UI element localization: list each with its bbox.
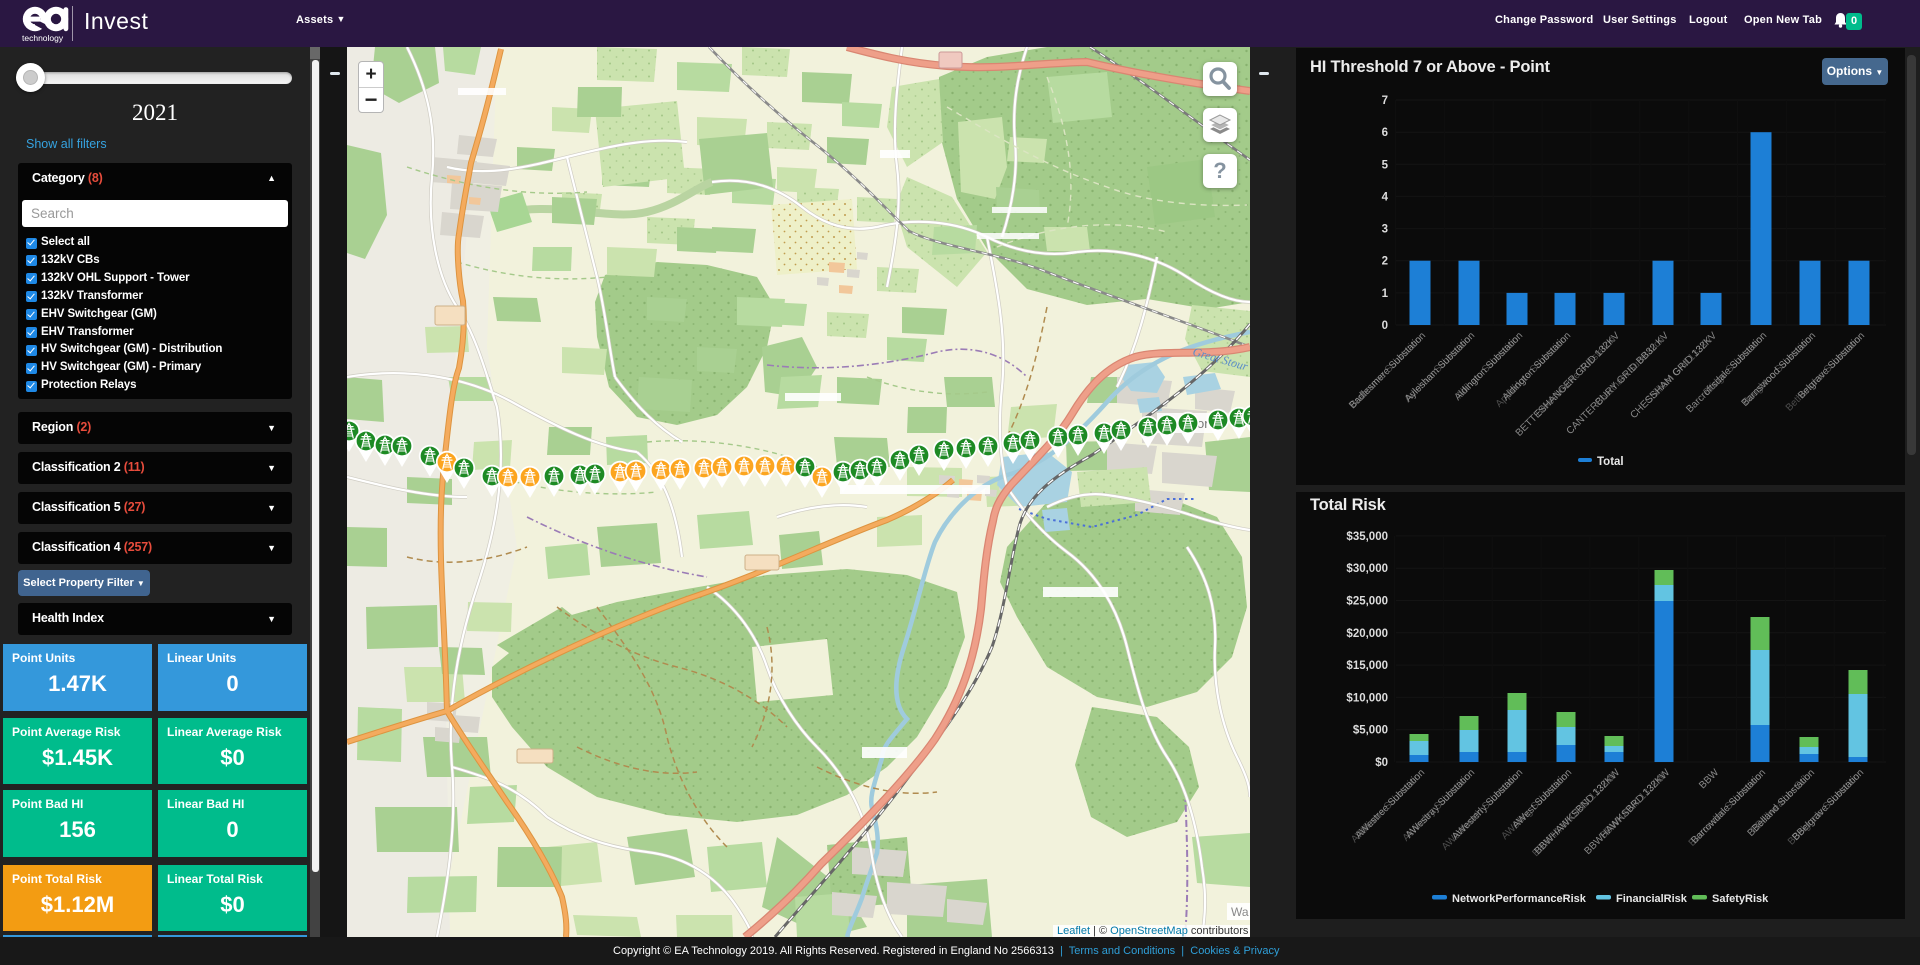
svg-text:6: 6 — [1382, 127, 1388, 139]
svg-text:4: 4 — [1382, 191, 1389, 203]
svg-text:FinancialRisk: FinancialRisk — [1616, 893, 1688, 905]
svg-text:$5,000: $5,000 — [1353, 725, 1388, 737]
svg-text:$25,000: $25,000 — [1346, 596, 1388, 608]
svg-text:$30,000: $30,000 — [1346, 563, 1388, 575]
svg-text:SafetyRisk: SafetyRisk — [1712, 893, 1769, 905]
svg-text:$15,000: $15,000 — [1346, 660, 1388, 672]
svg-text:5: 5 — [1382, 159, 1389, 171]
svg-text:2: 2 — [1382, 256, 1388, 268]
svg-text:$35,000: $35,000 — [1346, 531, 1388, 543]
svg-text:7: 7 — [1382, 95, 1388, 107]
svg-text:3: 3 — [1382, 224, 1388, 236]
svg-text:$0: $0 — [1375, 757, 1388, 769]
svg-text:Total: Total — [1597, 456, 1624, 468]
svg-text:NetworkPerformanceRisk: NetworkPerformanceRisk — [1452, 893, 1587, 905]
svg-text:1: 1 — [1382, 288, 1389, 300]
svg-text:$20,000: $20,000 — [1346, 628, 1388, 640]
svg-text:0: 0 — [1382, 320, 1388, 332]
svg-text:$10,000: $10,000 — [1346, 692, 1388, 704]
